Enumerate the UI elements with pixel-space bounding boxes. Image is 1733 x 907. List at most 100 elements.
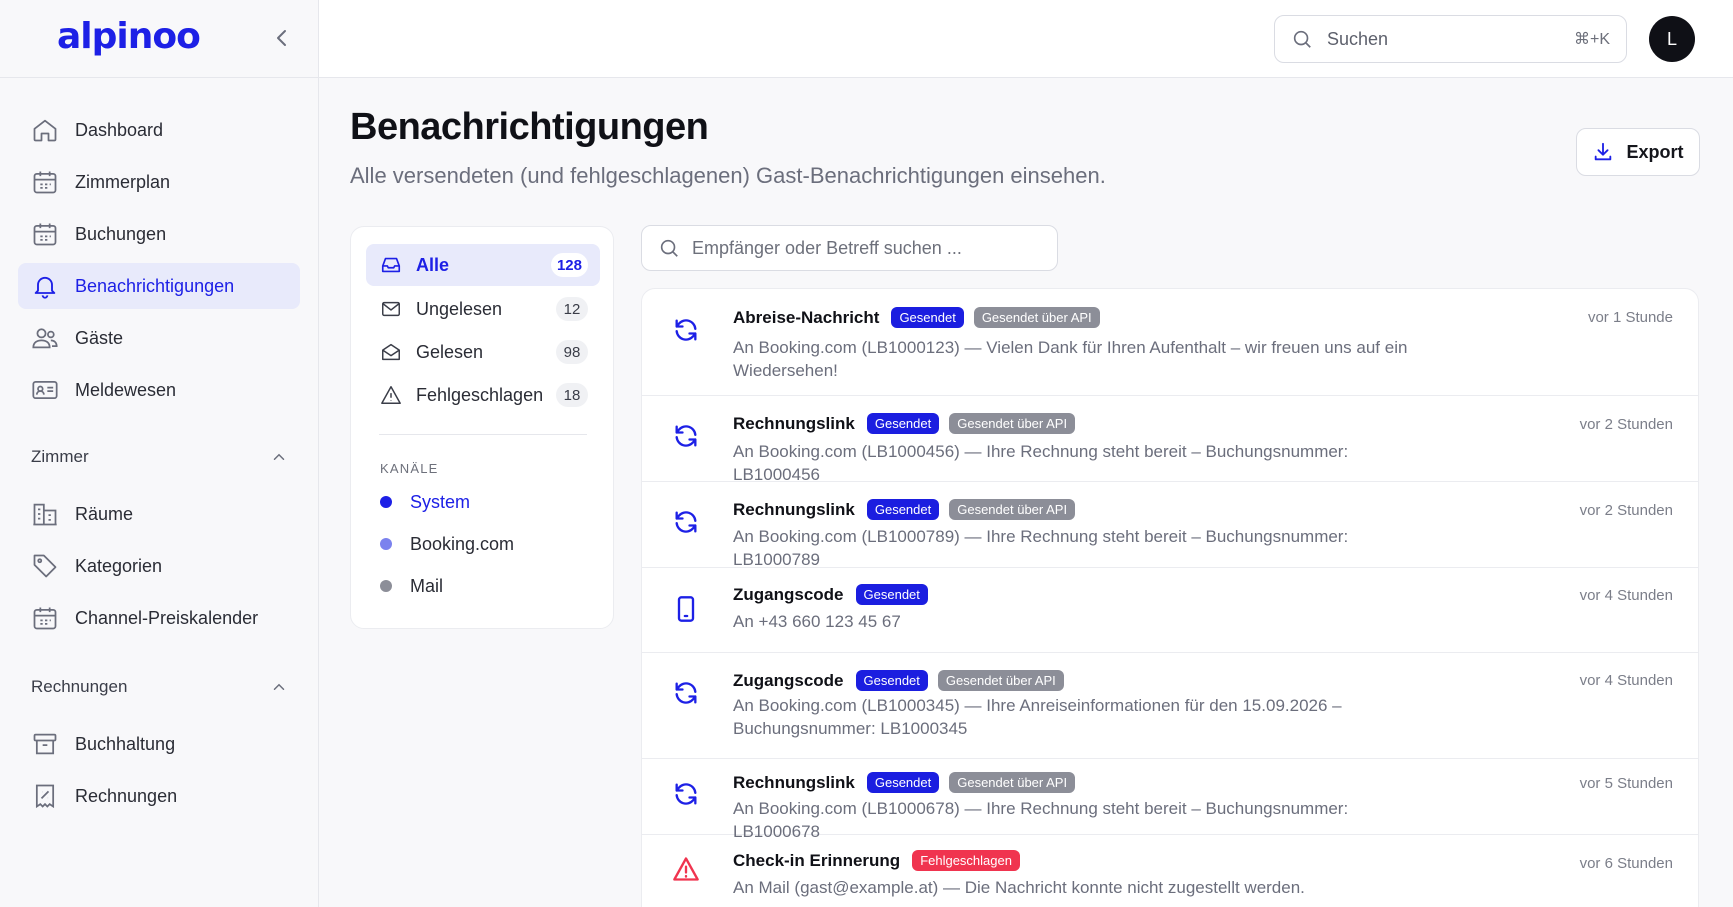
notification-header: Zugangscode Gesendet xyxy=(733,584,938,605)
notification-row[interactable]: Check-in Erinnerung Fehlgeschlagen An Ma… xyxy=(642,835,1698,907)
chevron-left-icon[interactable] xyxy=(270,26,294,50)
archive-icon xyxy=(33,733,57,755)
notification-title: Check-in Erinnerung xyxy=(733,850,901,870)
section-rechnungen[interactable]: Rechnungen xyxy=(18,667,300,707)
mail-open-icon xyxy=(382,343,400,361)
filter-alle[interactable]: Alle 128 xyxy=(366,244,600,286)
notification-row[interactable]: Rechnungslink Gesendet Gesendet über API… xyxy=(642,482,1698,569)
filter-fehlgeschlagen[interactable]: Fehlgeschlagen 18 xyxy=(366,374,600,416)
notification-row[interactable]: Zugangscode Gesendet An +43 660 123 45 6… xyxy=(642,568,1698,653)
status-badge: Gesendet xyxy=(866,772,940,793)
search-icon xyxy=(660,239,678,257)
notification-header: Zugangscode Gesendet Gesendet über API xyxy=(733,670,1074,691)
notification-title: Rechnungslink xyxy=(733,499,855,519)
sidebar-item-gaeste[interactable]: Gäste xyxy=(18,315,300,361)
status-badge: Gesendet xyxy=(855,584,928,605)
export-label: Export xyxy=(1626,141,1684,162)
filter-label: Gelesen xyxy=(416,341,484,362)
chevron-up-icon[interactable] xyxy=(270,678,288,696)
logo[interactable]: alpinoo xyxy=(57,16,201,57)
phone-icon xyxy=(677,596,695,622)
sidebar-item-label: Buchhaltung xyxy=(75,733,176,754)
sidebar-item-label: Benachrichtigungen xyxy=(75,275,235,296)
sidebar-item-channel-preiskalender[interactable]: Channel-Preiskalender xyxy=(18,595,300,641)
global-search[interactable]: Suchen ⌘+K xyxy=(1274,15,1627,63)
sidebar-item-label: Buchungen xyxy=(75,223,167,244)
notification-header: Rechnungslink Gesendet Gesendet über API xyxy=(733,499,1085,520)
notification-row[interactable]: Rechnungslink Gesendet Gesendet über API… xyxy=(642,396,1698,484)
notification-time: vor 4 Stunden xyxy=(1579,587,1673,604)
channel-system[interactable]: System xyxy=(380,487,470,517)
filter-label: Fehlgeschlagen xyxy=(416,384,544,405)
notification-message: An Booking.com (LB1000123) — Vielen Dank… xyxy=(733,338,1408,380)
channel-label: Booking.com xyxy=(410,533,515,554)
filter-label: Alle xyxy=(416,254,450,275)
status-badge: Fehlgeschlagen xyxy=(912,850,1020,871)
channel-label: Mail xyxy=(410,575,444,596)
status-badge: Gesendet xyxy=(866,499,940,520)
bell-icon xyxy=(34,276,56,299)
sidebar-item-meldewesen[interactable]: Meldewesen xyxy=(18,367,300,413)
notification-message: An Booking.com (LB1000456) — Ihre Rechnu… xyxy=(733,442,1349,484)
sidebar-item-label: Gäste xyxy=(75,327,124,348)
sidebar-item-rechnungen[interactable]: Rechnungen xyxy=(18,773,300,819)
count-badge: 12 xyxy=(556,297,588,321)
filter-label: Ungelesen xyxy=(416,298,503,319)
sidebar-item-raeume[interactable]: Räume xyxy=(18,491,300,537)
sidebar-item-kategorien[interactable]: Kategorien xyxy=(18,543,300,589)
channel-dot xyxy=(380,580,392,592)
sidebar-item-dashboard[interactable]: Dashboard xyxy=(18,107,300,153)
warning-icon xyxy=(381,386,401,404)
sidebar-item-buchungen[interactable]: Buchungen xyxy=(18,211,300,257)
receipt-icon xyxy=(35,784,55,809)
notification-header: Rechnungslink Gesendet Gesendet über API xyxy=(733,772,1085,793)
page-subtitle: Alle versendeten (und fehlgeschlagenen) … xyxy=(350,163,1106,188)
search-shortcut: ⌘+K xyxy=(1573,31,1610,48)
sidebar-item-label: Zimmerplan xyxy=(75,171,171,192)
section-zimmer[interactable]: Zimmer xyxy=(18,437,300,477)
notification-row[interactable]: Rechnungslink Gesendet Gesendet über API… xyxy=(642,759,1698,841)
export-button[interactable]: Export xyxy=(1576,128,1700,176)
count-badge: 18 xyxy=(556,383,588,407)
notification-time: vor 6 Stunden xyxy=(1579,855,1673,872)
notification-message: An Mail (gast@example.at) — Die Nachrich… xyxy=(733,878,1305,897)
sidebar-item-benachrichtigungen[interactable]: Benachrichtigungen xyxy=(18,263,300,309)
status-badge: Gesendet xyxy=(866,413,940,434)
channel-dot xyxy=(380,496,392,508)
mail-icon xyxy=(382,301,400,317)
channel-booking[interactable]: Booking.com xyxy=(380,529,514,559)
notification-row[interactable]: Zugangscode Gesendet Gesendet über API A… xyxy=(642,653,1698,759)
notification-header: Check-in Erinnerung Fehlgeschlagen xyxy=(733,850,1030,871)
filter-gelesen[interactable]: Gelesen 98 xyxy=(366,331,600,373)
tag-icon xyxy=(33,554,57,578)
sidebar-header: alpinoo xyxy=(0,0,318,78)
notification-time: vor 2 Stunden xyxy=(1579,502,1673,519)
download-icon xyxy=(1595,142,1612,161)
avatar[interactable]: L xyxy=(1649,16,1695,62)
notification-row[interactable]: Abreise-Nachricht Gesendet Gesendet über… xyxy=(642,289,1698,396)
filter-ungelesen[interactable]: Ungelesen 12 xyxy=(366,288,600,330)
calendar-icon xyxy=(33,607,57,630)
sidebar-item-zimmerplan[interactable]: Zimmerplan xyxy=(18,159,300,205)
channel-badge: Gesendet über API xyxy=(949,772,1076,793)
sidebar-item-label: Meldewesen xyxy=(75,379,177,400)
page-title: Benachrichtigungen xyxy=(350,106,709,148)
sidebar-item-label: Dashboard xyxy=(75,119,164,140)
chevron-up-icon[interactable] xyxy=(270,448,288,466)
id-card-icon xyxy=(32,380,58,400)
channel-badge: Gesendet über API xyxy=(937,670,1064,691)
channel-mail[interactable]: Mail xyxy=(380,571,443,601)
channel-dot xyxy=(380,538,392,550)
sidebar-nav: Dashboard Zimmerplan Buchungen Benachric… xyxy=(18,107,300,825)
list-search-input[interactable]: Empfänger oder Betreff suchen ... xyxy=(641,225,1058,271)
notification-time: vor 2 Stunden xyxy=(1579,416,1673,433)
calendar-icon xyxy=(33,171,57,194)
sidebar-item-label: Räume xyxy=(75,503,134,524)
section-label: Zimmer xyxy=(31,447,89,466)
home-icon xyxy=(33,119,57,142)
inbox-icon xyxy=(381,257,401,273)
sidebar-item-buchhaltung[interactable]: Buchhaltung xyxy=(18,721,300,767)
section-label: Rechnungen xyxy=(31,677,128,696)
channel-badge: Gesendet über API xyxy=(973,307,1100,328)
count-badge: 98 xyxy=(556,340,588,364)
